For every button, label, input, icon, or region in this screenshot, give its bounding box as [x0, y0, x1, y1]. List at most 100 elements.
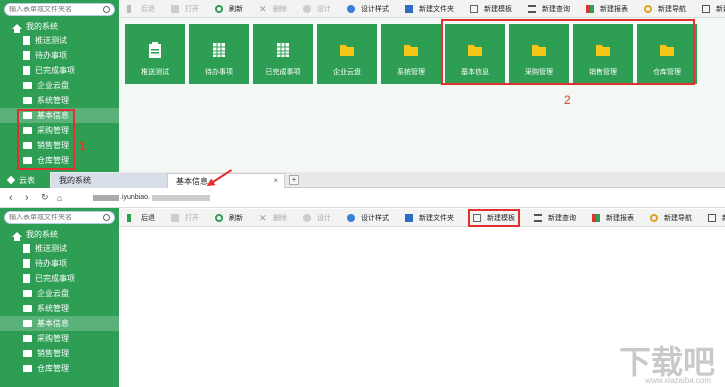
new-folder-button[interactable]: 新建文件夹 [403, 4, 456, 14]
new-flow-button[interactable]: 新建流程 [706, 213, 725, 223]
close-icon[interactable]: × [273, 176, 278, 185]
folder-icon [23, 320, 32, 327]
sidebar-item-system[interactable]: 系统管理 [0, 301, 119, 316]
document-icon [23, 274, 30, 283]
tab-my-system[interactable]: 我的系统 [51, 173, 167, 188]
back-button[interactable]: 后退 [125, 4, 157, 14]
new-nav-button[interactable]: 新建导航 [642, 4, 688, 14]
document-icon [23, 36, 30, 45]
home-icon [12, 232, 22, 241]
annotation-number-2: 2 [564, 93, 571, 107]
reload-icon[interactable]: ↻ [41, 192, 51, 203]
refresh-button[interactable]: 刷新 [213, 213, 245, 223]
new-template-button[interactable]: 新建模板 [468, 208, 520, 227]
tile-push-test[interactable]: 推送测试 [125, 24, 185, 84]
sidebar-item-purchase[interactable]: 采购管理 [0, 331, 119, 346]
home-icon[interactable]: ⌂ [57, 193, 67, 203]
sidebar-item-done[interactable]: 已完成事项 [0, 63, 119, 78]
tile-system[interactable]: 系统管理 [381, 24, 441, 84]
back-icon [127, 213, 135, 222]
sidebar-item-push-test[interactable]: 推送测试 [0, 241, 119, 256]
tab-cloud[interactable]: 云表 [0, 172, 50, 188]
cloud-icon [6, 175, 16, 185]
tree-root[interactable]: 我的系统 [0, 20, 119, 33]
style-button[interactable]: 设计样式 [345, 4, 391, 14]
url-field[interactable]: .iyunbiao. [93, 194, 210, 201]
new-template-button[interactable]: 新建模板 [468, 4, 514, 14]
delete-button[interactable]: ✕ 删除 [257, 4, 289, 14]
sidebar-item-warehouse[interactable]: 仓库管理 [0, 361, 119, 376]
new-tab-button[interactable]: + [289, 175, 299, 185]
watermark-url: www.xiazaiba.com [645, 376, 711, 385]
refresh-icon [215, 4, 223, 13]
new-nav-button[interactable]: 新建导航 [648, 213, 694, 223]
tab-basic-info[interactable]: 基本信息 × [167, 173, 285, 188]
home-icon [12, 24, 22, 33]
sidebar-search[interactable] [4, 211, 115, 224]
tile-cloud-disk[interactable]: 企业云盘 [317, 24, 377, 84]
tile-todo[interactable]: 待办事项 [189, 24, 249, 84]
new-report-button[interactable]: 新建报表 [584, 4, 630, 14]
new-folder-button[interactable]: 新建文件夹 [403, 213, 456, 223]
refresh-button[interactable]: 刷新 [213, 4, 245, 14]
back-icon [127, 4, 135, 13]
sidebar-item-done[interactable]: 已完成事项 [0, 271, 119, 286]
design-button[interactable]: 设计 [301, 4, 333, 14]
query-icon [534, 213, 542, 222]
blurred-text [93, 194, 119, 201]
folder-icon [23, 82, 32, 89]
document-icon [23, 66, 30, 75]
open-button[interactable]: 打开 [169, 213, 201, 223]
sidebar-item-push-test[interactable]: 推送测试 [0, 33, 119, 48]
folder-icon [23, 290, 32, 297]
design-button[interactable]: 设计 [301, 213, 333, 223]
tree-root[interactable]: 我的系统 [0, 228, 119, 241]
refresh-icon [215, 213, 223, 222]
sidebar-search[interactable] [4, 3, 115, 16]
search-input[interactable] [9, 214, 103, 221]
new-flow-button[interactable]: 新建流程 [700, 4, 725, 14]
folder-icon [23, 335, 32, 342]
folder-open-icon [171, 4, 179, 13]
new-folder-icon [405, 4, 413, 13]
style-button[interactable]: 设计样式 [345, 213, 391, 223]
delete-icon: ✕ [259, 212, 267, 223]
grid-icon [213, 43, 225, 57]
new-query-button[interactable]: 新建查询 [526, 4, 572, 14]
sidebar-item-basic-info[interactable]: 基本信息 [0, 316, 119, 331]
folder-icon [404, 45, 418, 56]
grid-icon [277, 43, 289, 57]
search-icon[interactable] [103, 214, 110, 221]
toolbar-bottom: 后退 打开 刷新 ✕ 删除 设计 设计样式 新建文件夹 新建模板 新建查询 新建报… [119, 208, 725, 227]
folder-icon [340, 45, 354, 56]
new-report-button[interactable]: 新建报表 [590, 213, 636, 223]
sidebar-item-todo[interactable]: 待办事项 [0, 256, 119, 271]
sidebar-item-cloud-disk[interactable]: 企业云盘 [0, 78, 119, 93]
query-icon [528, 4, 536, 13]
highlight-box-1 [17, 109, 75, 170]
search-icon[interactable] [103, 6, 110, 13]
blurred-text [151, 194, 210, 201]
sidebar-item-sales[interactable]: 销售管理 [0, 346, 119, 361]
navigation-icon [644, 4, 652, 13]
template-icon [473, 213, 481, 222]
folder-icon [23, 365, 32, 372]
back-arrow-icon[interactable]: ‹ [9, 192, 19, 204]
new-query-button[interactable]: 新建查询 [532, 213, 578, 223]
sidebar-item-system[interactable]: 系统管理 [0, 93, 119, 108]
delete-button[interactable]: ✕ 删除 [257, 213, 289, 223]
open-button[interactable]: 打开 [169, 4, 201, 14]
delete-icon: ✕ [259, 3, 267, 14]
sidebar-item-todo[interactable]: 待办事项 [0, 48, 119, 63]
document-icon [23, 244, 30, 253]
forward-arrow-icon[interactable]: › [25, 192, 35, 204]
sidebar-item-cloud-disk[interactable]: 企业云盘 [0, 286, 119, 301]
tile-done[interactable]: 已完成事项 [253, 24, 313, 84]
document-icon [23, 51, 30, 60]
search-input[interactable] [9, 6, 103, 13]
tab-bar: 云表 我的系统 基本信息 × + [0, 172, 725, 188]
toolbar-top: 后退 打开 刷新 ✕ 删除 设计 设计样式 新建文件夹 新建模板 新建查询 新建报… [119, 0, 725, 18]
back-button[interactable]: 后退 [125, 213, 157, 223]
folder-icon [23, 97, 32, 104]
flow-icon [708, 213, 716, 222]
